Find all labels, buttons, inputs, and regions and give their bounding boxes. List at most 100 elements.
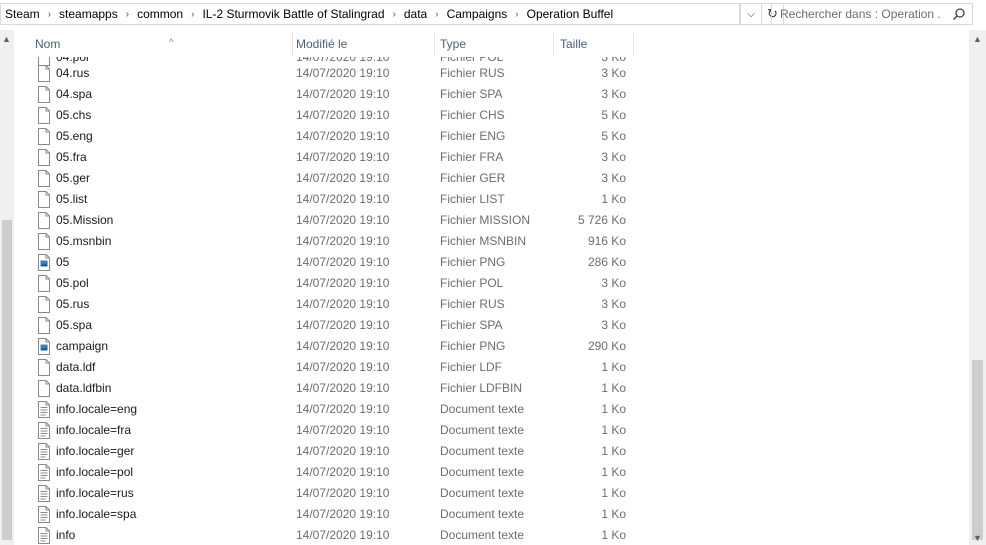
breadcrumb-separator-icon[interactable]: › [389,9,400,20]
file-size: 3 Ko [601,171,626,185]
file-list-scroll-thumb[interactable] [972,360,983,540]
file-name: info.locale=fra [56,423,132,437]
file-row[interactable]: 05.spa 14/07/2020 19:10 Fichier SPA 3 Ko [14,315,969,336]
file-type: Document texte [440,444,525,458]
breadcrumb-separator-icon[interactable]: › [431,9,442,20]
file-row[interactable]: 05.pol 14/07/2020 19:10 Fichier POL 3 Ko [14,273,969,294]
file-modified: 14/07/2020 19:10 [296,402,390,416]
file-row[interactable]: 04.rus 14/07/2020 19:10 Fichier RUS 3 Ko [14,63,969,84]
scroll-up-icon[interactable]: ▲ [973,34,982,44]
file-row[interactable]: info.locale=pol 14/07/2020 19:10 Document … [14,462,969,483]
file-row[interactable]: data.ldf 14/07/2020 19:10 Fichier LDF 1 Ko [14,357,969,378]
file-size: 3 Ko [601,150,626,164]
file-type: Fichier CHS [440,108,505,122]
file-name: 05 [56,255,70,269]
file-type: Document texte [440,528,525,542]
column-size-label: Taille [560,37,588,51]
file-size: 3 Ko [601,87,626,101]
file-type: Document texte [440,402,525,416]
image-file-icon [38,254,50,271]
column-header-size[interactable]: Taille [554,30,634,57]
file-type: Fichier ENG [440,129,506,143]
file-row[interactable]: 05.fra 14/07/2020 19:10 Fichier FRA 3 Ko [14,147,969,168]
image-file-icon [38,338,50,355]
breadcrumb-item[interactable]: steamapps [55,7,122,21]
file-modified: 14/07/2020 19:10 [296,486,390,500]
navigation-pane-scrollbar[interactable]: ▲ [0,30,14,545]
breadcrumb-item[interactable]: IL-2 Sturmovik Battle of Stalingrad [198,7,388,21]
navigation-pane-scroll-thumb[interactable] [2,220,12,540]
breadcrumb-separator-icon[interactable]: › [511,9,522,20]
file-list[interactable]: 04.pol 14/07/2020 19:10 Fichier POL 3 Ko… [14,57,969,545]
file-name: data.ldfbin [56,381,112,395]
file-modified: 14/07/2020 19:10 [296,129,390,143]
address-history-dropdown[interactable]: ⌵ [740,3,762,25]
breadcrumb-item[interactable]: common [133,7,187,21]
breadcrumb[interactable]: Steam › steamapps › common › IL-2 Sturmovik Ba… [0,3,740,25]
blank-file-icon [38,86,50,103]
file-row[interactable]: info.locale=ger 14/07/2020 19:10 Document … [14,441,969,462]
file-name: 05.msnbin [56,234,112,248]
file-row[interactable]: 04.spa 14/07/2020 19:10 Fichier SPA 3 Ko [14,84,969,105]
file-modified: 14/07/2020 19:10 [296,255,390,269]
file-row[interactable]: 05.msnbin 14/07/2020 19:10 Fichier MSNBIN 9… [14,231,969,252]
file-row[interactable]: 05.eng 14/07/2020 19:10 Fichier ENG 5 Ko [14,126,969,147]
breadcrumb-separator-icon[interactable]: › [122,9,133,20]
column-divider[interactable] [633,32,634,56]
file-row[interactable]: 05.ger 14/07/2020 19:10 Fichier GER 3 Ko [14,168,969,189]
blank-file-icon [38,149,50,166]
file-name: 05.rus [56,297,90,311]
file-row[interactable]: campaign 14/07/2020 19:10 Fichier PNG 290 K… [14,336,969,357]
file-modified: 14/07/2020 19:10 [296,507,390,521]
file-type: Fichier RUS [440,297,505,311]
file-modified: 14/07/2020 19:10 [296,66,390,80]
file-type: Fichier LIST [440,192,505,206]
breadcrumb-separator-icon[interactable]: › [187,9,198,20]
address-bar: Steam › steamapps › common › IL-2 Sturmovik Ba… [0,0,986,30]
file-size: 916 Ko [587,234,626,248]
file-name: data.ldf [56,360,96,374]
search-icon[interactable] [952,7,966,21]
column-header-type[interactable]: Type [434,30,554,57]
file-size: 1 Ko [601,402,626,416]
breadcrumb-item[interactable]: data [400,7,431,21]
search-input[interactable] [780,7,940,21]
file-row[interactable]: 05.Mission 14/07/2020 19:10 Fichier MISSIO… [14,210,969,231]
file-type: Fichier RUS [440,66,505,80]
file-type: Document texte [440,486,525,500]
column-header-name[interactable]: Nom ^ [29,30,293,57]
file-list-scrollbar[interactable]: ▲ ▼ [969,30,986,545]
file-row[interactable]: 05.list 14/07/2020 19:10 Fichier LIST 1 Ko [14,189,969,210]
file-row[interactable]: info 14/07/2020 19:10 Document texte 1 Ko [14,525,969,545]
breadcrumb-item[interactable]: Operation Buffel [523,7,618,21]
breadcrumb-item[interactable]: Steam [1,7,44,21]
file-type: Fichier GER [440,171,506,185]
file-size: 5 Ko [601,129,626,143]
file-type: Document texte [440,507,525,521]
file-row[interactable]: info.locale=spa 14/07/2020 19:10 Document … [14,504,969,525]
scroll-down-icon[interactable]: ▼ [973,533,982,543]
search-box[interactable] [771,3,973,25]
breadcrumb-separator-icon[interactable]: › [44,9,55,20]
column-header-modified[interactable]: Modifié le [290,30,435,57]
column-header: Nom ^ Modifié le Type Taille [14,30,969,57]
file-row[interactable]: 05.rus 14/07/2020 19:10 Fichier RUS 3 Ko [14,294,969,315]
file-modified: 14/07/2020 19:10 [296,87,390,101]
text-file-icon [38,527,50,544]
file-modified: 14/07/2020 19:10 [296,339,390,353]
file-size: 1 Ko [601,528,626,542]
file-row[interactable]: data.ldfbin 14/07/2020 19:10 Fichier LDFBI… [14,378,969,399]
file-row[interactable]: 05.chs 14/07/2020 19:10 Fichier CHS 5 Ko [14,105,969,126]
file-row[interactable]: info.locale=rus 14/07/2020 19:10 Document … [14,483,969,504]
breadcrumb-item[interactable]: Campaigns [443,7,512,21]
file-size: 3 Ko [601,297,626,311]
file-size: 3 Ko [601,318,626,332]
file-size: 5 Ko [601,108,626,122]
file-modified: 14/07/2020 19:10 [296,276,390,290]
file-name: 05.pol [56,276,89,290]
file-row[interactable]: 05 14/07/2020 19:10 Fichier PNG 286 Ko [14,252,969,273]
file-row[interactable]: info.locale=fra 14/07/2020 19:10 Document … [14,420,969,441]
file-row[interactable]: info.locale=eng 14/07/2020 19:10 Document … [14,399,969,420]
scroll-up-icon[interactable]: ▲ [2,34,11,44]
file-type: Fichier FRA [440,150,504,164]
